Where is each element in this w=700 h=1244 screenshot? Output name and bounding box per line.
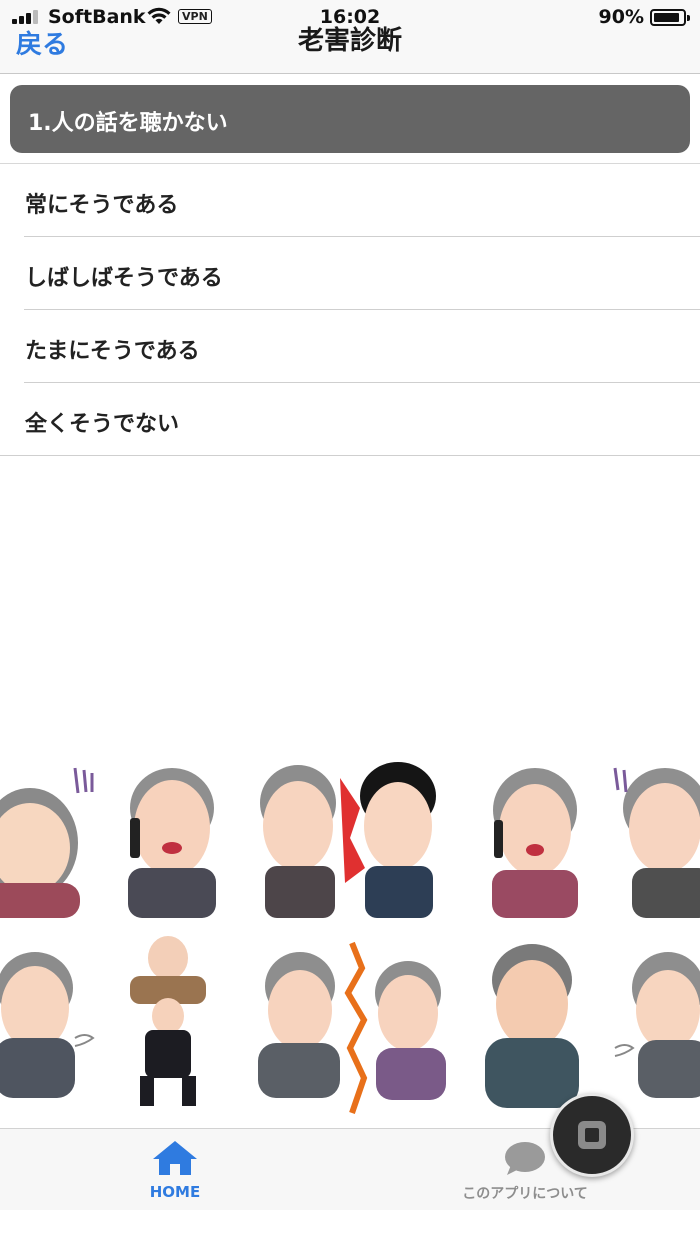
person-figure — [258, 941, 446, 1114]
elderly-people-illustration — [0, 748, 700, 1128]
person-figure — [260, 762, 436, 918]
answer-option-never[interactable]: 全くそうでない — [0, 383, 700, 456]
battery-icon — [650, 9, 690, 26]
person-figure — [614, 952, 700, 1098]
answer-option-label: 常にそうである — [25, 193, 179, 218]
question-header: 1.人の話を聴かない — [10, 85, 690, 153]
battery-percent: 90% — [598, 6, 644, 28]
person-figure — [130, 936, 206, 1106]
person-figure — [485, 944, 579, 1108]
person-figure — [613, 767, 700, 918]
chat-bubble-icon — [505, 1142, 545, 1175]
tab-home[interactable]: HOME — [75, 1139, 275, 1209]
person-figure — [0, 767, 94, 918]
answer-option-often[interactable]: しばしばそうである — [0, 237, 700, 310]
bottom-safe-area — [0, 1210, 700, 1244]
floating-stop-button[interactable] — [550, 1093, 634, 1177]
answer-option-always[interactable]: 常にそうである — [0, 164, 700, 237]
tab-label: このアプリについて — [462, 1186, 588, 1202]
answer-options-list: 常にそうである しばしばそうである たまにそうである 全くそうでない — [0, 163, 700, 456]
answer-option-label: たまにそうである — [25, 339, 200, 364]
answer-option-label: 全くそうでない — [25, 412, 180, 437]
status-time: 16:02 — [319, 6, 381, 28]
answer-option-sometimes[interactable]: たまにそうである — [0, 310, 700, 383]
home-icon — [153, 1141, 197, 1175]
status-bar: SoftBank VPN 16:02 90% — [0, 0, 700, 36]
person-figure — [492, 768, 578, 918]
question-text: 1.人の話を聴かない — [28, 111, 228, 136]
stop-icon — [578, 1121, 606, 1149]
tab-label: HOME — [149, 1183, 201, 1201]
answer-option-label: しばしばそうである — [25, 266, 223, 291]
person-figure — [128, 768, 216, 918]
person-figure — [0, 952, 95, 1098]
